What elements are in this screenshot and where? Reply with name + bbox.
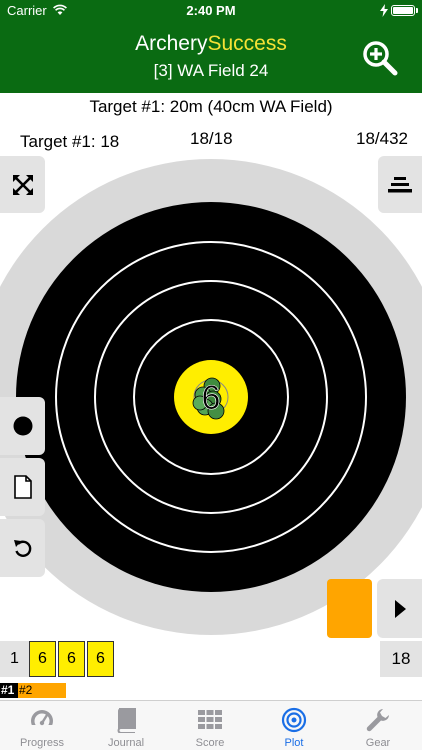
book-icon <box>117 708 136 733</box>
app-title-part2: Success <box>207 32 287 55</box>
expand-arrows-icon <box>12 174 33 195</box>
status-bar: Carrier 2:40 PM <box>0 0 422 22</box>
arrow-score-cell[interactable]: 6 <box>87 641 114 677</box>
grid-icon <box>198 710 222 729</box>
end-score-label: 18/18 <box>190 129 233 148</box>
tab-plot[interactable]: Plot <box>252 701 336 750</box>
tab-progress[interactable]: Progress <box>0 701 84 750</box>
stack-view-button[interactable] <box>378 156 422 213</box>
wrench-icon <box>366 709 389 732</box>
target-tag-2[interactable]: #2 <box>18 683 66 698</box>
target-score-label: Target #1: 18 <box>20 132 120 151</box>
gauge-icon <box>29 710 55 733</box>
tab-journal[interactable]: Journal <box>84 701 168 750</box>
navigation-header: Carrier 2:40 PM ArcherySuccess [3] WA Fi… <box>0 0 422 93</box>
arrow-marker-button[interactable] <box>0 397 45 455</box>
status-time: 2:40 PM <box>186 3 236 18</box>
end-total: 18 <box>380 641 422 677</box>
document-icon <box>13 475 32 499</box>
zoom-in-icon[interactable] <box>362 40 398 76</box>
tab-label: Gear <box>365 737 391 749</box>
undo-button[interactable] <box>0 519 45 577</box>
target-icon <box>281 707 307 733</box>
app-title-part1: Archery <box>135 32 208 55</box>
battery-tip <box>416 8 418 13</box>
stacked-lines-icon <box>388 176 412 192</box>
app-title: ArcherySuccess <box>0 32 422 56</box>
tab-gear[interactable]: Gear <box>336 701 420 750</box>
target-face[interactable]: 6 <box>0 155 422 640</box>
arrow-score-label: 6 <box>202 379 221 417</box>
arrow-score-cell[interactable]: 6 <box>29 641 56 677</box>
dot-icon <box>13 416 32 436</box>
tab-label: Plot <box>284 737 304 749</box>
total-score-label: 18/432 <box>356 129 408 148</box>
target-description: Target #1: 20m (40cm WA Field) <box>89 97 333 116</box>
tab-label: Journal <box>107 737 145 749</box>
end-number: 1 <box>0 641 29 677</box>
round-name: [3] WA Field 24 <box>153 61 269 80</box>
arrow-score-cell[interactable]: 6 <box>58 641 85 677</box>
battery-icon <box>391 5 415 16</box>
charging-icon <box>380 4 388 17</box>
tab-score[interactable]: Score <box>168 701 252 750</box>
tab-bar: Progress Journal Score Plot Gear <box>0 700 422 750</box>
target-color-indicator[interactable] <box>327 579 372 638</box>
undo-icon <box>13 540 31 557</box>
tab-label: Score <box>195 737 225 749</box>
play-right-icon <box>394 599 406 618</box>
fullscreen-button[interactable] <box>0 156 45 213</box>
next-end-button[interactable] <box>377 579 422 638</box>
tab-label: Progress <box>19 737 65 749</box>
notes-button[interactable] <box>0 458 45 516</box>
target-tag-1[interactable]: #1 <box>0 683 18 698</box>
